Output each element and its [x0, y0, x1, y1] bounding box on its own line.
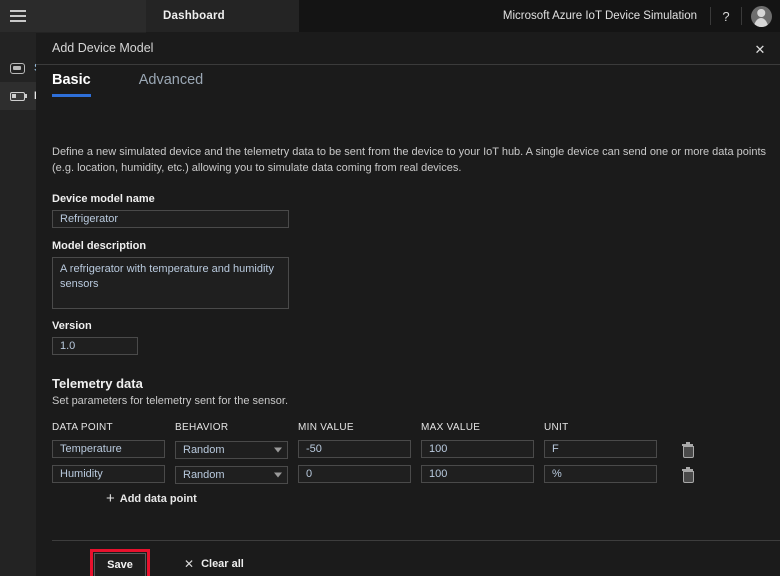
table-row-min-value-input[interactable] — [298, 465, 411, 483]
tab-advanced-label: Advanced — [138, 72, 204, 88]
save-button[interactable]: Save — [94, 553, 146, 576]
device-models-icon — [8, 89, 27, 103]
col-header-data-point: DATA POINT — [52, 422, 113, 433]
close-icon[interactable]: ✕ — [751, 41, 769, 59]
table-row-max-value-input[interactable] — [421, 440, 534, 458]
hamburger-icon[interactable] — [10, 10, 26, 22]
topbar-tab-label: Dashboard — [163, 10, 225, 22]
panel-description: Define a new simulated device and the te… — [52, 146, 767, 174]
table-row-behavior-select[interactable] — [175, 465, 288, 484]
tab-basic[interactable]: Basic — [52, 72, 91, 97]
table-row-behavior-value[interactable] — [175, 441, 288, 459]
panel-title: Add Device Model — [52, 41, 154, 55]
add-data-point-label: Add data point — [119, 492, 197, 505]
panel-tabs: Basic Advanced — [36, 64, 780, 97]
table-row-unit-input[interactable] — [544, 440, 657, 458]
telemetry-title: Telemetry data — [52, 376, 143, 391]
footer-divider — [52, 540, 780, 541]
user-avatar-icon — [750, 5, 772, 27]
version-label: Version — [52, 320, 92, 332]
col-header-max-value: MAX VALUE — [421, 422, 481, 433]
table-row-unit-input[interactable] — [544, 465, 657, 483]
close-icon: ✕ — [184, 557, 195, 571]
clear-all-label: Clear all — [201, 558, 244, 570]
model-description-label: Model description — [52, 240, 147, 252]
trash-icon[interactable] — [682, 442, 694, 458]
brand-label: Microsoft Azure IoT Device Simulation — [502, 10, 697, 22]
table-row-max-value-input[interactable] — [421, 465, 534, 483]
simulation-icon — [8, 61, 26, 75]
col-header-behavior: BEHAVIOR — [175, 422, 229, 433]
brand-title: Microsoft Azure IoT Device Simulation — [503, 0, 710, 32]
plus-icon: + — [106, 490, 115, 507]
col-header-unit: UNIT — [544, 422, 569, 433]
topbar-spacer — [299, 0, 503, 32]
tab-advanced[interactable]: Advanced — [139, 72, 204, 95]
help-glyph: ? — [722, 8, 730, 24]
menu-toggle-area[interactable] — [0, 0, 146, 32]
table-row-data-point-input[interactable] — [52, 465, 165, 483]
telemetry-subtitle: Set parameters for telemetry sent for th… — [52, 395, 288, 407]
device-model-name-input[interactable] — [52, 210, 289, 228]
top-bar: Dashboard Microsoft Azure IoT Device Sim… — [0, 0, 780, 32]
device-model-name-label: Device model name — [52, 193, 155, 205]
add-data-point-button[interactable]: + Add data point — [106, 491, 197, 506]
version-input[interactable] — [52, 337, 138, 355]
table-row-min-value-input[interactable] — [298, 440, 411, 458]
panel-body: Define a new simulated device and the te… — [36, 99, 780, 576]
panel-footer: Save ✕ Clear all — [36, 549, 780, 576]
app-root: Dashboard Microsoft Azure IoT Device Sim… — [0, 0, 780, 576]
col-header-min-value: MIN VALUE — [298, 422, 354, 433]
tab-basic-label: Basic — [52, 72, 91, 88]
model-description-textarea[interactable] — [52, 257, 289, 309]
add-device-model-panel: Add Device Model ✕ Basic Advanced Define… — [36, 33, 780, 576]
avatar-button[interactable] — [742, 0, 780, 32]
table-row-behavior-select[interactable] — [175, 440, 288, 459]
topbar-tab-dashboard[interactable]: Dashboard — [146, 0, 299, 32]
clear-all-button[interactable]: ✕ Clear all — [184, 557, 244, 571]
table-row-behavior-value[interactable] — [175, 466, 288, 484]
table-row-data-point-input[interactable] — [52, 440, 165, 458]
help-icon[interactable]: ? — [711, 0, 741, 32]
trash-icon[interactable] — [682, 467, 694, 483]
